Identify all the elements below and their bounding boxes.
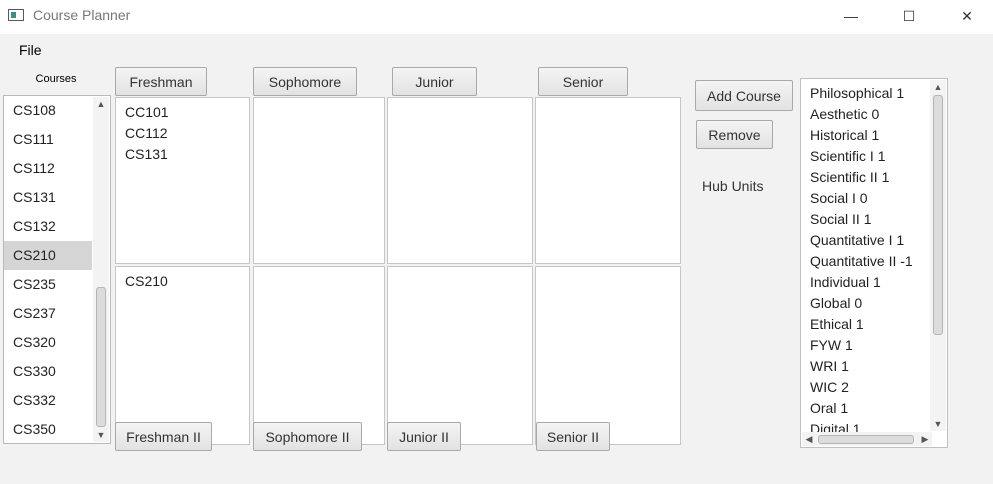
minimize-button[interactable]: —	[822, 0, 880, 32]
course-item[interactable]: CS108	[4, 96, 92, 125]
freshman-ii-button[interactable]: Freshman II	[115, 422, 212, 451]
course-item[interactable]: CS131	[4, 183, 92, 212]
maximize-icon: ☐	[902, 7, 916, 24]
courses-header: Courses	[35, 73, 77, 85]
hub-list-vscrollbar[interactable]: ▲ ▼	[930, 80, 946, 431]
scrollbar-thumb[interactable]	[96, 287, 106, 427]
hub-units-list[interactable]: Philosophical 1 Aesthetic 0 Historical 1…	[800, 78, 948, 448]
senior-fall-box[interactable]	[535, 97, 681, 264]
chevron-down-icon[interactable]: ▼	[93, 428, 109, 442]
senior-ii-button[interactable]: Senior II	[536, 422, 610, 451]
sophomore-spring-box[interactable]	[253, 266, 385, 445]
semester-course[interactable]: CS210	[116, 271, 249, 292]
hub-item: Philosophical 1	[810, 85, 905, 101]
app-icon	[8, 9, 24, 21]
semester-course[interactable]: CC101	[116, 102, 249, 123]
menu-file[interactable]: File	[19, 42, 42, 58]
sophomore-ii-button[interactable]: Sophomore II	[253, 422, 362, 451]
junior-spring-box[interactable]	[387, 266, 533, 445]
hub-units-label: Hub Units	[702, 178, 764, 194]
hub-list-hscrollbar[interactable]: ◀ ▶	[802, 432, 932, 446]
junior-ii-button[interactable]: Junior II	[387, 422, 461, 451]
course-item[interactable]: CS235	[4, 270, 92, 299]
hub-item: FYW 1	[810, 337, 853, 353]
chevron-up-icon[interactable]: ▲	[930, 80, 946, 94]
chevron-left-icon[interactable]: ◀	[802, 432, 816, 446]
senior-spring-box[interactable]	[535, 266, 681, 445]
hub-item: Social II 1	[810, 211, 872, 227]
hub-item: Oral 1	[810, 400, 849, 416]
window-title: Course Planner	[33, 7, 131, 23]
junior-fall-box[interactable]	[387, 97, 533, 264]
minimize-icon: —	[844, 8, 858, 24]
chevron-down-icon[interactable]: ▼	[930, 417, 946, 431]
course-item[interactable]: CS320	[4, 328, 92, 357]
junior-button[interactable]: Junior	[392, 67, 477, 96]
course-item[interactable]: CS330	[4, 357, 92, 386]
scrollbar-thumb[interactable]	[933, 95, 943, 335]
sophomore-button[interactable]: Sophomore	[253, 67, 357, 96]
maximize-button[interactable]: ☐	[880, 0, 938, 32]
close-icon: ✕	[961, 7, 973, 24]
close-button[interactable]: ✕	[938, 0, 993, 32]
hub-item: Aesthetic 0	[810, 106, 880, 122]
menu-bar: File	[0, 34, 993, 64]
course-item-selected[interactable]: CS210	[4, 241, 92, 270]
course-item[interactable]: CS111	[4, 125, 92, 154]
add-course-button[interactable]: Add Course	[695, 80, 793, 111]
course-item[interactable]: CS332	[4, 386, 92, 415]
hub-item: Ethical 1	[810, 316, 864, 332]
course-list-scrollbar[interactable]: ▲ ▼	[93, 97, 109, 442]
hub-item: Individual 1	[810, 274, 881, 290]
senior-button[interactable]: Senior	[538, 67, 628, 96]
freshman-spring-box[interactable]: CS210	[115, 266, 250, 445]
freshman-fall-box[interactable]: CC101 CC112 CS131	[115, 97, 250, 264]
hub-item: WRI 1	[810, 358, 849, 374]
hub-item: Scientific II 1	[810, 169, 890, 185]
course-item[interactable]: CS132	[4, 212, 92, 241]
hub-item: Historical 1	[810, 127, 880, 143]
semester-course[interactable]: CC112	[116, 123, 249, 144]
hub-item: WIC 2	[810, 379, 849, 395]
freshman-button[interactable]: Freshman	[115, 67, 207, 96]
remove-button[interactable]: Remove	[696, 120, 773, 149]
course-item[interactable]: CS350	[4, 415, 92, 443]
hub-item: Scientific I 1	[810, 148, 886, 164]
course-item[interactable]: CS112	[4, 154, 92, 183]
chevron-right-icon[interactable]: ▶	[918, 432, 932, 446]
hub-item: Social I 0	[810, 190, 868, 206]
scrollbar-thumb[interactable]	[818, 435, 914, 444]
hub-item: Quantitative I 1	[810, 232, 905, 248]
course-list[interactable]: CS108 CS111 CS112 CS131 CS132 CS210 CS23…	[3, 95, 111, 444]
semester-course[interactable]: CS131	[116, 144, 249, 165]
hub-item: Quantitative II -1	[810, 253, 913, 269]
chevron-up-icon[interactable]: ▲	[93, 97, 109, 111]
hub-item: Global 0	[810, 295, 863, 311]
sophomore-fall-box[interactable]	[253, 97, 385, 264]
course-item[interactable]: CS237	[4, 299, 92, 328]
title-bar: Course Planner — ☐ ✕	[0, 0, 993, 34]
